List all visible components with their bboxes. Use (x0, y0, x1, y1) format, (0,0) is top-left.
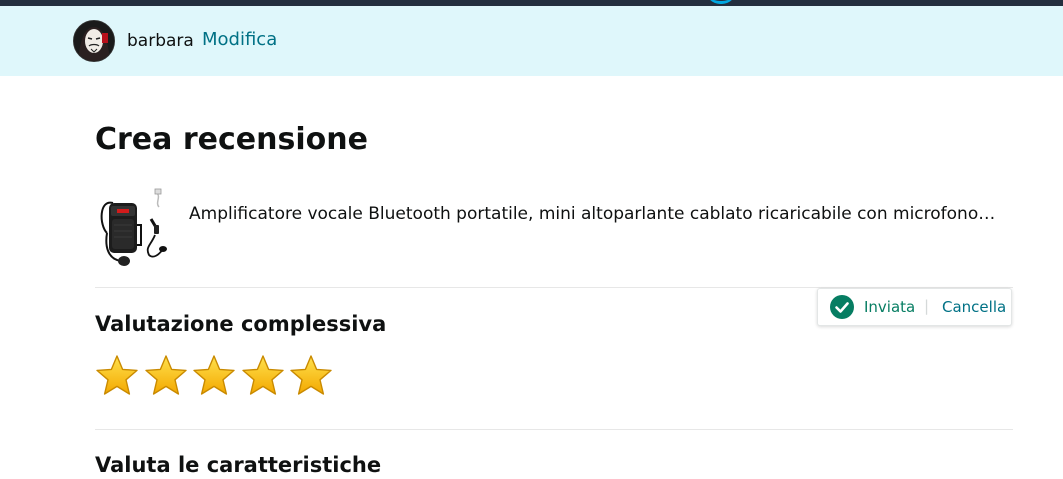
avatar[interactable] (73, 20, 115, 62)
star-1-icon[interactable] (95, 354, 139, 398)
star-rating[interactable] (95, 354, 338, 398)
rating-status-box: Inviata | Cancella (817, 288, 1012, 326)
star-2-icon[interactable] (144, 354, 188, 398)
speaker-product-icon (100, 188, 167, 266)
star-3-icon[interactable] (192, 354, 236, 398)
cancel-rating-link[interactable]: Cancella (942, 298, 1006, 316)
status-separator: | (924, 297, 930, 315)
user-profile-bar: barbara Modifica (0, 6, 1063, 76)
username: barbara (127, 31, 194, 51)
divider (95, 429, 1013, 430)
check-circle-icon (830, 295, 854, 319)
page-title: Crea recensione (95, 122, 368, 157)
product-image (97, 185, 169, 269)
features-rating-heading: Valuta le caratteristiche (95, 453, 382, 477)
nav-accent-icon (706, 0, 736, 4)
mask-face-icon (74, 21, 114, 61)
overall-rating-heading: Valutazione complessiva (95, 312, 387, 336)
submitted-status-label: Inviata (864, 298, 916, 316)
product-title[interactable]: Amplificatore vocale Bluetooth portatile… (189, 203, 1009, 225)
star-5-icon[interactable] (289, 354, 333, 398)
star-4-icon[interactable] (241, 354, 285, 398)
edit-profile-link[interactable]: Modifica (202, 30, 277, 50)
